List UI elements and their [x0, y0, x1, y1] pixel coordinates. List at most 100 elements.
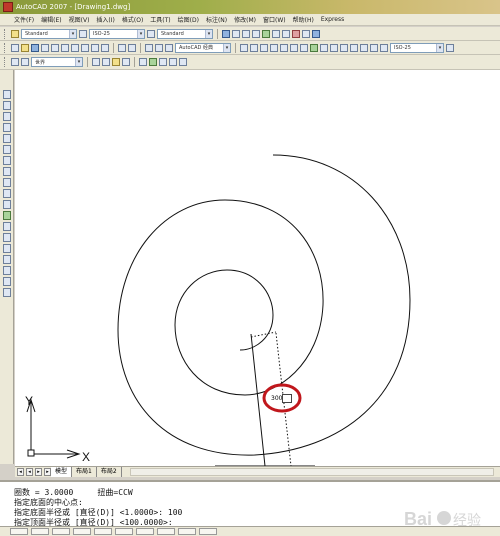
layer-icon[interactable]: [165, 43, 173, 52]
publish-icon[interactable]: [61, 43, 69, 52]
dim-style-select[interactable]: ISO-25 ▾: [89, 28, 145, 39]
next-tab-icon[interactable]: ▸: [35, 468, 42, 476]
autocad-app-icon[interactable]: [3, 2, 13, 12]
aligned-dimension-icon[interactable]: [250, 43, 258, 52]
rectangle-icon[interactable]: [2, 134, 11, 143]
chevron-down-icon[interactable]: ▾: [205, 29, 212, 38]
realistic-style-icon[interactable]: [159, 58, 167, 66]
radius-dimension-icon[interactable]: [280, 43, 288, 52]
chevron-down-icon[interactable]: ▾: [75, 58, 82, 66]
workspace-select[interactable]: AutoCAD 经典 ▾: [175, 42, 231, 53]
views-icon[interactable]: [92, 58, 100, 66]
text-style-icon[interactable]: [11, 29, 19, 38]
menu-modify[interactable]: 修改(M): [234, 15, 256, 24]
menu-edit[interactable]: 编辑(E): [41, 15, 61, 24]
copy-icon[interactable]: [81, 43, 89, 52]
menu-dimension[interactable]: 标注(N): [206, 15, 227, 24]
cut-icon[interactable]: [71, 43, 79, 52]
grid-toggle[interactable]: [31, 528, 49, 535]
lwt-toggle[interactable]: [178, 528, 196, 535]
linear-dimension-icon[interactable]: [240, 43, 248, 52]
point-icon[interactable]: [2, 233, 11, 242]
top-view-icon[interactable]: [102, 58, 110, 66]
diameter-dimension-icon[interactable]: [290, 43, 298, 52]
print-preview-icon[interactable]: [51, 43, 59, 52]
named-ucs-icon[interactable]: [21, 58, 29, 66]
ordinate-dimension-icon[interactable]: [270, 43, 278, 52]
prev-tab-icon[interactable]: ◂: [26, 468, 33, 476]
match-properties-icon[interactable]: [101, 43, 109, 52]
left-view-icon[interactable]: [122, 58, 130, 66]
center-mark-icon[interactable]: [350, 43, 358, 52]
line-icon[interactable]: [2, 90, 11, 99]
region-icon[interactable]: [2, 266, 11, 275]
tool-palettes-icon[interactable]: [282, 29, 290, 38]
toolbar-grip[interactable]: [4, 42, 7, 53]
angular-dimension-icon[interactable]: [300, 43, 308, 52]
dyn-toggle[interactable]: [157, 528, 175, 535]
visual-styles-icon[interactable]: [149, 58, 157, 66]
dimension-style-select[interactable]: ISO-25 ▾: [390, 42, 444, 53]
menu-draw[interactable]: 绘图(D): [178, 15, 199, 24]
ucs-icon[interactable]: [11, 58, 19, 66]
polar-toggle[interactable]: [73, 528, 91, 535]
render-icon[interactable]: [179, 58, 187, 66]
orbit-icon[interactable]: [139, 58, 147, 66]
text-style-select[interactable]: Standard ▾: [21, 28, 77, 39]
dimension-update-icon[interactable]: [380, 43, 388, 52]
print-icon[interactable]: [41, 43, 49, 52]
gradient-icon[interactable]: [2, 255, 11, 264]
insert-block-icon[interactable]: [2, 211, 11, 220]
table-style-icon[interactable]: [147, 29, 155, 38]
table-style-select[interactable]: Standard ▾: [157, 28, 213, 39]
tab-model[interactable]: 模型: [51, 467, 73, 477]
continue-dimension-icon[interactable]: [330, 43, 338, 52]
menu-insert[interactable]: 插入(I): [96, 15, 114, 24]
properties-icon[interactable]: [262, 29, 270, 38]
last-tab-icon[interactable]: ▸: [44, 468, 51, 476]
tab-layout2[interactable]: 布局2: [97, 467, 122, 477]
otrack-toggle[interactable]: [115, 528, 133, 535]
pan-icon[interactable]: [232, 29, 240, 38]
dim-style-icon[interactable]: [79, 29, 87, 38]
design-center-icon[interactable]: [272, 29, 280, 38]
conceptual-style-icon[interactable]: [169, 58, 177, 66]
first-tab-icon[interactable]: ◂: [17, 468, 24, 476]
revision-cloud-icon[interactable]: [2, 167, 11, 176]
front-view-icon[interactable]: [112, 58, 120, 66]
spline-icon[interactable]: [2, 178, 11, 187]
horizontal-scrollbar[interactable]: [129, 468, 494, 476]
zoom-previous-icon[interactable]: [252, 29, 260, 38]
zoom-icon[interactable]: [222, 29, 230, 38]
tab-layout1[interactable]: 布局1: [72, 467, 97, 477]
help-icon[interactable]: [312, 29, 320, 38]
chevron-down-icon[interactable]: ▾: [137, 29, 144, 38]
snap-toggle[interactable]: [10, 528, 28, 535]
quick-dimension-icon[interactable]: [310, 43, 318, 52]
model-toggle[interactable]: [199, 528, 217, 535]
menu-format[interactable]: 格式(O): [122, 15, 143, 24]
zoom-window-icon[interactable]: [242, 29, 250, 38]
undo-icon[interactable]: [118, 43, 126, 52]
pan-realtime-icon[interactable]: [145, 43, 153, 52]
table-icon[interactable]: [2, 277, 11, 286]
menu-view[interactable]: 视图(V): [69, 15, 90, 24]
new-file-icon[interactable]: [11, 43, 19, 52]
redo-icon[interactable]: [128, 43, 136, 52]
markup-icon[interactable]: [302, 29, 310, 38]
drawing-canvas[interactable]: Y X 300: [15, 70, 500, 466]
ortho-toggle[interactable]: [52, 528, 70, 535]
sheet-set-icon[interactable]: [292, 29, 300, 38]
helix-curve[interactable]: [117, 154, 411, 456]
toolbar-grip[interactable]: [4, 28, 7, 39]
make-block-icon[interactable]: [2, 222, 11, 231]
menu-window[interactable]: 窗口(W): [263, 15, 286, 24]
polygon-icon[interactable]: [2, 123, 11, 132]
zoom-realtime-icon[interactable]: [155, 43, 163, 52]
toolbar-grip[interactable]: [4, 57, 7, 67]
menu-express[interactable]: Express: [321, 16, 344, 23]
dimension-edit-icon[interactable]: [360, 43, 368, 52]
menu-help[interactable]: 帮助(H): [293, 15, 314, 24]
osnap-toggle[interactable]: [94, 528, 112, 535]
multiline-text-icon[interactable]: [2, 288, 11, 297]
